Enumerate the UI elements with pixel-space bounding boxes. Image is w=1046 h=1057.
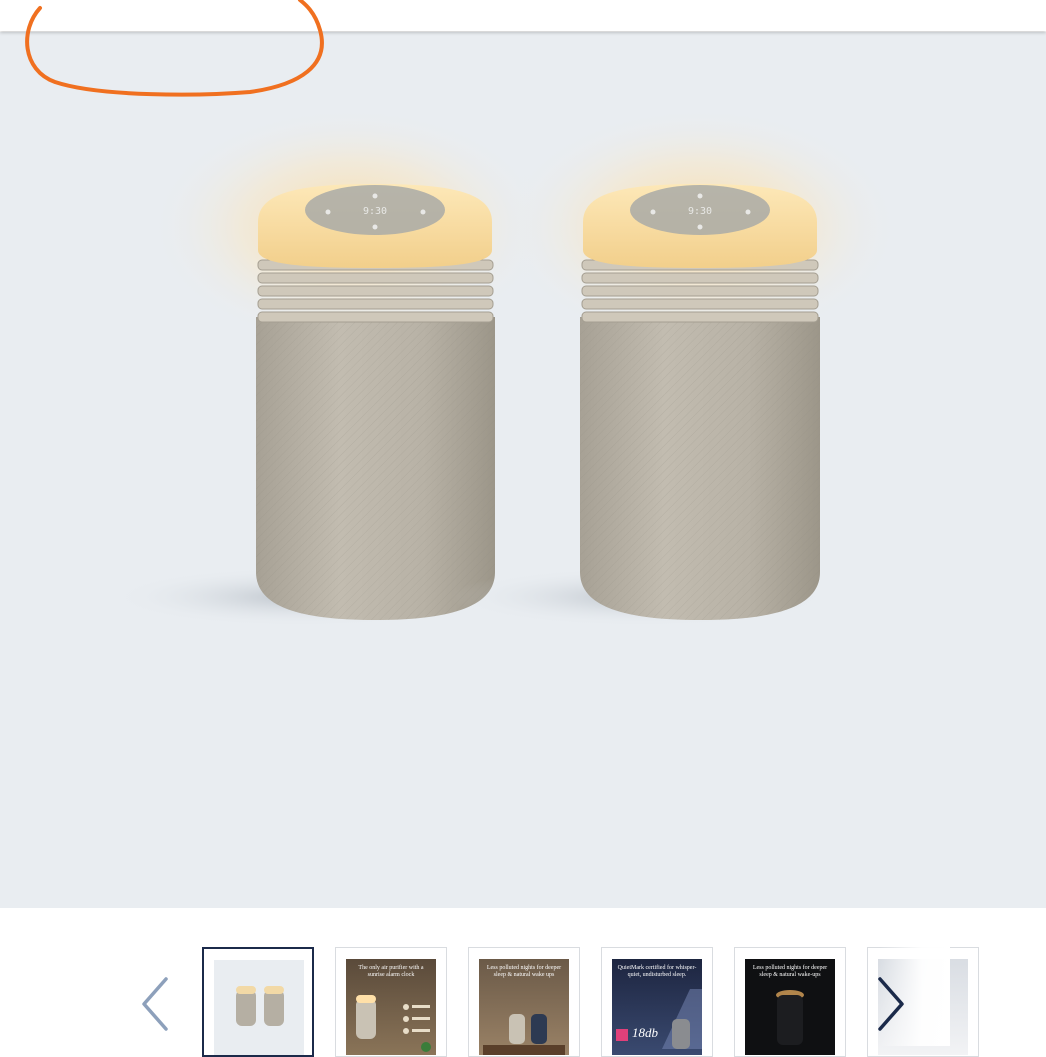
clock-display-right: 9:30 [688, 206, 712, 217]
chevron-right-icon [878, 977, 904, 1031]
top-bar [0, 0, 1046, 31]
clock-display-left: 9:30 [363, 206, 387, 217]
thumbnail-image: Less polluted nights for deeper sleep & … [745, 959, 835, 1055]
next-image-button[interactable] [874, 975, 908, 1033]
thumbnail-image [214, 960, 304, 1055]
purifier-right: 9:30 [450, 107, 900, 627]
air-purifier-pair-illustration: 9:30 9:30 [110, 107, 900, 627]
thumbnail-image: Less polluted nights for deeper sleep & … [479, 959, 569, 1055]
main-product-image[interactable]: 9:30 9:30 [0, 32, 1046, 908]
thumbnail-image: The only air purifier with a sunrise ala… [346, 959, 436, 1055]
previous-image-button[interactable] [138, 975, 172, 1033]
thumbnail-4[interactable]: QuietMark certified for whisper-quiet, u… [601, 947, 713, 1057]
thumbnail-image: QuietMark certified for whisper-quiet, u… [612, 959, 702, 1055]
chevron-left-icon [142, 977, 168, 1031]
thumbnail-badge: 18db [632, 1025, 658, 1040]
thumbnail-2[interactable]: The only air purifier with a sunrise ala… [335, 947, 447, 1057]
thumbnail-1[interactable] [202, 947, 314, 1057]
thumbnail-3[interactable]: Less polluted nights for deeper sleep & … [468, 947, 580, 1057]
purifier-left: 9:30 [110, 107, 550, 627]
thumbnail-5[interactable]: Less polluted nights for deeper sleep & … [734, 947, 846, 1057]
